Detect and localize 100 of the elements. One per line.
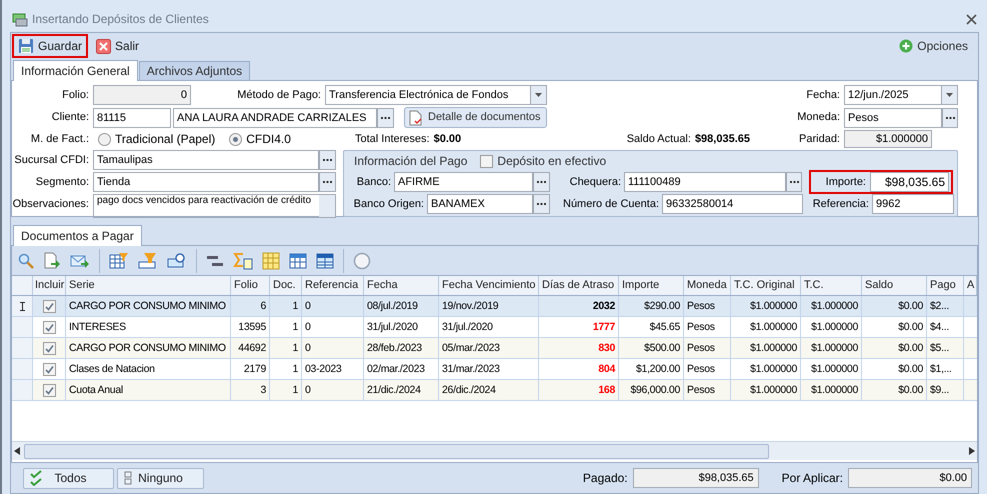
column-header[interactable]: Importe xyxy=(619,276,684,295)
table-row[interactable]: CARGO POR CONSUMO MINIMO 44692 1 0 28/feb./2023 05/mar./2023 830 $500.00 Pesos $1.000000 $1.000000 $0.00 $5... xyxy=(12,338,977,359)
document-icon xyxy=(409,110,422,126)
table-cell: 28/feb./2023 xyxy=(364,338,439,358)
search-icon[interactable] xyxy=(18,252,34,268)
reference-field[interactable]: 9962 xyxy=(872,194,954,214)
table-cell: Pesos xyxy=(684,359,731,379)
table-cell: 804 xyxy=(539,359,619,379)
select-all-button[interactable]: Todos xyxy=(23,468,114,488)
client-name-field[interactable]: ANA LAURA ANDRADE CARRIZALES xyxy=(173,108,377,128)
column-header[interactable]: Doc. xyxy=(270,276,302,295)
column-header[interactable]: T.C. xyxy=(801,276,862,295)
amount-field[interactable]: $98,035.65 xyxy=(870,172,949,192)
horizontal-scrollbar[interactable] xyxy=(12,441,977,460)
column-header[interactable]: Fecha xyxy=(364,276,439,295)
filter-icon[interactable] xyxy=(138,252,158,270)
close-icon[interactable] xyxy=(966,14,977,24)
field-label: Paridad: xyxy=(798,132,841,147)
column-header[interactable]: Incluir xyxy=(33,276,66,295)
checkbox[interactable] xyxy=(42,384,56,396)
table-cell: $1.000000 xyxy=(801,296,862,316)
radio-button[interactable]: CFDI4.0 xyxy=(229,130,291,148)
origin-bank-field[interactable]: BANAMEX xyxy=(427,194,533,214)
cash-deposit-checkbox[interactable]: Depósito en efectivo xyxy=(480,152,606,170)
table-cell: Pesos xyxy=(684,317,731,337)
client-code-field[interactable]: 81115 xyxy=(93,108,171,128)
column-header[interactable]: Fecha Vencimiento xyxy=(439,276,539,295)
browse-button[interactable] xyxy=(319,172,336,192)
sum-icon[interactable] xyxy=(233,252,253,270)
balance-value: $98,035.65 xyxy=(694,132,750,147)
scroll-left-icon xyxy=(14,447,20,455)
tab[interactable]: Información General xyxy=(13,60,138,81)
table-cell: 31/jul./2020 xyxy=(364,317,439,337)
column-header[interactable]: Serie xyxy=(66,276,231,295)
exit-button[interactable]: Salir xyxy=(90,34,146,58)
table-row[interactable]: Clases de Natacion 2179 1 03-2023 02/mar./2023 31/mar./2023 804 $1,200.00 Pesos $1.000000 $1.000000 $0.00 $1,... xyxy=(12,359,977,380)
date-dropdown[interactable]: 12/jun./2025 xyxy=(844,85,958,105)
table-cell: $0.00 xyxy=(862,380,927,400)
account-number-field[interactable]: 96332580014 xyxy=(662,194,803,214)
column-header[interactable]: Pago xyxy=(927,276,964,295)
browse-button[interactable] xyxy=(533,194,550,214)
save-button[interactable]: Guardar xyxy=(12,34,88,58)
options-button[interactable]: Opciones xyxy=(899,37,968,55)
checkbox[interactable] xyxy=(42,342,56,354)
checkbook-field[interactable]: 111100489 xyxy=(624,172,786,192)
folio-field[interactable]: 0 xyxy=(93,85,191,105)
column-header[interactable]: Referencia xyxy=(302,276,364,295)
table-cell: INTERESES xyxy=(66,317,231,337)
table-cell: 1 xyxy=(270,317,302,337)
table-cell: 21/dic./2024 xyxy=(364,380,439,400)
checkbox[interactable] xyxy=(42,300,56,312)
zoom-icon[interactable] xyxy=(167,252,187,270)
document-details-button[interactable]: Detalle de documentos xyxy=(404,107,547,128)
tab[interactable]: Archivos Adjuntos xyxy=(138,61,250,80)
checkbox[interactable] xyxy=(42,320,56,334)
group-icon[interactable] xyxy=(206,254,224,268)
table-cell: 830 xyxy=(539,338,619,358)
table-icon[interactable] xyxy=(289,252,307,268)
branch-field[interactable]: Tamaulipas xyxy=(93,150,319,170)
payment-method-dropdown[interactable]: Transferencia Electrónica de Fondos xyxy=(325,85,547,105)
table-cell: 31/mar./2023 xyxy=(439,359,539,379)
field-label: Por Aplicar: xyxy=(782,470,844,487)
table-cell: CARGO POR CONSUMO MINIMO xyxy=(66,296,231,316)
notes-field[interactable]: pago docs vencidos para reactivación de crédito xyxy=(93,194,336,218)
radio-button[interactable]: Tradicional (Papel) xyxy=(98,130,216,148)
column-header[interactable]: A xyxy=(964,276,977,295)
table-cell: 6 xyxy=(231,296,270,316)
checkbox[interactable] xyxy=(42,362,56,376)
browse-button[interactable] xyxy=(786,172,802,192)
column-header[interactable]: Folio xyxy=(231,276,270,295)
column-header[interactable]: Días de Atraso xyxy=(539,276,619,295)
table-row[interactable]: INTERESES 13595 1 0 31/jul./2020 31/jul./2020 1777 $45.65 Pesos $1.000000 $1.000000 $0.00 $4... xyxy=(12,317,977,338)
export-icon[interactable] xyxy=(43,252,61,270)
edit-cursor-icon xyxy=(20,302,24,310)
currency-field[interactable]: Pesos xyxy=(844,108,942,128)
caret-icon xyxy=(535,93,542,97)
browse-button[interactable] xyxy=(942,108,958,128)
scroll-right-icon xyxy=(969,447,975,455)
column-header[interactable]: Moneda xyxy=(684,276,731,295)
table-cell: 08/jul./2019 xyxy=(364,296,439,316)
parity-field[interactable]: $1.000000 xyxy=(844,130,932,148)
segment-field[interactable]: Tienda xyxy=(93,172,319,192)
browse-button[interactable] xyxy=(533,172,550,192)
table-filter-icon[interactable] xyxy=(109,252,129,270)
select-none-button[interactable]: Ninguno xyxy=(117,468,204,488)
paid-field: $98,035.65 xyxy=(632,468,759,488)
table-row[interactable]: CARGO POR CONSUMO MINIMO 6 1 0 08/jul./2019 19/nov./2019 2032 $290.00 Pesos $1.000000 $1.000000 $0.00 $2... xyxy=(12,296,977,317)
table-cell: 1777 xyxy=(539,317,619,337)
table-cell: 0 xyxy=(302,338,364,358)
column-header[interactable]: Saldo xyxy=(862,276,927,295)
table-row[interactable]: Cuota Anual 3 1 0 21/dic./2024 26/dic./2024 168 $96,000.00 Pesos $1.000000 $1.000000 $0.00 $9... xyxy=(12,380,977,401)
browse-button[interactable] xyxy=(319,150,336,170)
table-cell: 02/mar./2023 xyxy=(364,359,439,379)
tab[interactable]: Documentos a Pagar xyxy=(13,225,142,246)
bank-field[interactable]: AFIRME xyxy=(394,172,533,192)
column-header[interactable]: T.C. Original xyxy=(731,276,801,295)
table-cell: $4... xyxy=(927,317,964,337)
browse-button[interactable] xyxy=(377,108,394,128)
table-cell: CARGO POR CONSUMO MINIMO xyxy=(66,338,231,358)
table-icon[interactable] xyxy=(316,252,334,268)
